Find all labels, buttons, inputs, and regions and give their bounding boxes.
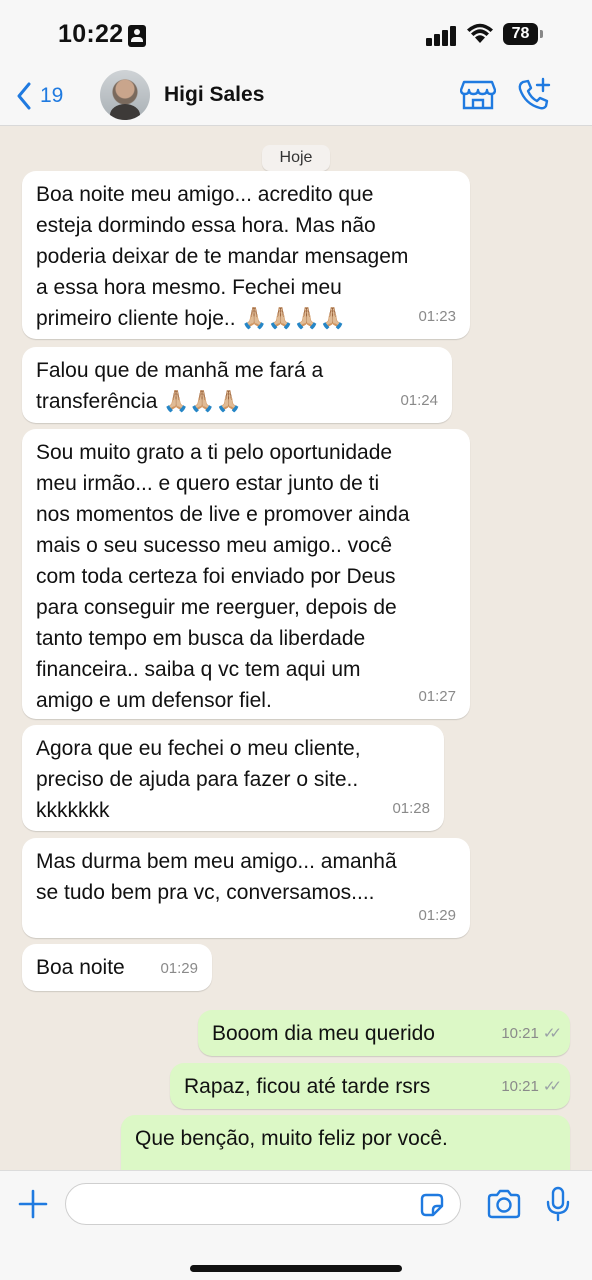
back-chevron-icon bbox=[17, 82, 31, 110]
input-bar bbox=[0, 1170, 592, 1280]
message-time-value: 10:21 bbox=[501, 1078, 539, 1095]
unread-count: 19 bbox=[40, 84, 64, 107]
message-bubble[interactable]: Boa noite meu amigo... acredito que este… bbox=[22, 171, 470, 339]
chat-area[interactable]: Hoje Boa noite meu amigo... acredito que… bbox=[0, 127, 592, 1170]
call-add-icon[interactable] bbox=[516, 77, 552, 113]
home-indicator[interactable] bbox=[190, 1265, 402, 1272]
message-time: 01:29 bbox=[418, 907, 456, 924]
message-text: Mas durma bem meu amigo... amanhã se tud… bbox=[36, 850, 397, 904]
message-bubble[interactable]: Booom dia meu querido 10:21 ✓✓ bbox=[198, 1010, 570, 1056]
sticker-icon[interactable] bbox=[418, 1191, 446, 1219]
signal-icon bbox=[426, 26, 458, 46]
contact-name[interactable]: Higi Sales bbox=[164, 83, 264, 107]
message-input[interactable] bbox=[65, 1183, 461, 1225]
date-separator: Hoje bbox=[262, 145, 330, 171]
message-text: Agora que eu fechei o meu cliente, preci… bbox=[36, 737, 361, 822]
plus-icon[interactable] bbox=[18, 1189, 48, 1219]
status-time: 10:22 bbox=[58, 20, 124, 48]
camera-icon[interactable] bbox=[486, 1189, 522, 1219]
message-time: 01:27 bbox=[418, 688, 456, 705]
message-bubble[interactable]: Boa noite 01:29 bbox=[22, 944, 212, 991]
read-ticks-icon: ✓✓ bbox=[542, 1078, 562, 1095]
message-text: Sou muito grato a ti pelo oportunidade m… bbox=[36, 441, 410, 712]
message-bubble[interactable]: Que benção, muito feliz por você. bbox=[121, 1115, 570, 1170]
message-time: 01:23 bbox=[418, 308, 456, 325]
message-text: Boa noite meu amigo... acredito que este… bbox=[36, 183, 409, 330]
message-bubble[interactable]: Falou que de manhã me fará a transferênc… bbox=[22, 347, 452, 423]
message-time: 01:28 bbox=[392, 800, 430, 817]
message-time-value: 10:21 bbox=[501, 1025, 539, 1042]
message-time: 01:24 bbox=[400, 392, 438, 409]
store-icon[interactable] bbox=[460, 79, 496, 111]
message-bubble[interactable]: Mas durma bem meu amigo... amanhã se tud… bbox=[22, 838, 470, 938]
status-bar: 10:22 78 bbox=[0, 0, 592, 66]
read-ticks-icon: ✓✓ bbox=[542, 1025, 562, 1042]
message-time: 10:21 ✓✓ bbox=[501, 1018, 562, 1049]
id-badge-icon bbox=[128, 25, 146, 47]
wifi-icon bbox=[467, 23, 493, 43]
message-time: 10:21 ✓✓ bbox=[501, 1071, 562, 1102]
message-time: 01:29 bbox=[160, 960, 198, 977]
message-bubble[interactable]: Sou muito grato a ti pelo oportunidade m… bbox=[22, 429, 470, 719]
avatar[interactable] bbox=[100, 70, 150, 120]
message-bubble[interactable]: Agora que eu fechei o meu cliente, preci… bbox=[22, 725, 444, 831]
message-text: Falou que de manhã me fará a transferênc… bbox=[36, 359, 324, 413]
battery-indicator: 78 bbox=[503, 23, 538, 45]
mic-icon[interactable] bbox=[545, 1186, 571, 1222]
message-text: Rapaz, ficou até tarde rsrs bbox=[184, 1075, 431, 1098]
back-button[interactable]: 19 bbox=[16, 80, 63, 112]
message-bubble[interactable]: Rapaz, ficou até tarde rsrs 10:21 ✓✓ bbox=[170, 1063, 570, 1109]
message-text: Que benção, muito feliz por você. bbox=[135, 1127, 448, 1150]
chat-header: 19 Higi Sales bbox=[0, 66, 592, 126]
battery-tip bbox=[540, 30, 543, 38]
